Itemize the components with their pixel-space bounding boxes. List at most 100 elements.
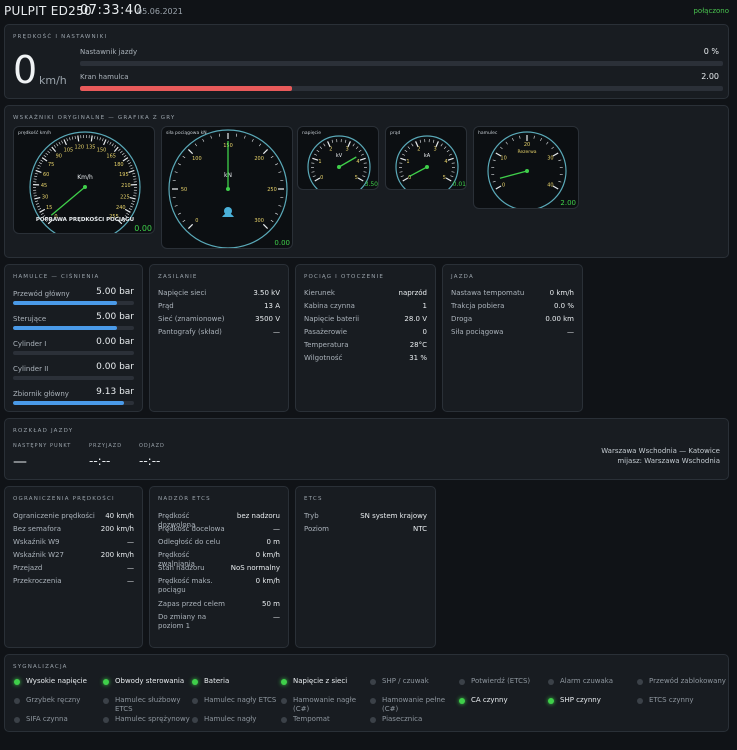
gauge-tick — [99, 137, 101, 141]
gauge-tick — [546, 141, 549, 145]
gauge-tick — [130, 205, 134, 208]
controller-label: Nastawnik jazdy — [80, 48, 138, 56]
gauge-tick — [34, 175, 38, 177]
gauge-tick — [94, 135, 96, 139]
gauge-tick — [121, 152, 125, 156]
brakes-panel-title: HAMULCE — CIŚNIENIA — [13, 274, 100, 280]
brake-pressure-bar — [13, 376, 134, 380]
gauge-tick — [411, 143, 414, 147]
gauge-tick — [61, 140, 64, 144]
gauge-tick — [187, 223, 194, 230]
gauge-tick — [400, 157, 407, 161]
info-row-label: Prędkość docelowa — [158, 525, 225, 533]
brake-pressure-value: 5.00 bar — [96, 312, 134, 322]
info-row-label: Wskaźnik W9 — [13, 538, 60, 546]
speedometer-gauge: 0 15 30 45 60 75 90 105 120 135 150 165 180 195 210 225… — [13, 126, 155, 234]
gauge-unit-label: kA — [424, 153, 431, 159]
info-row-label: Siła pociągowa — [451, 328, 504, 336]
signal-label: SHP czynny — [560, 696, 601, 704]
brake-pressure-row: Przewód główny 5.00 bar — [13, 287, 134, 307]
gauge-tick — [312, 157, 319, 161]
gauge-tick — [124, 208, 131, 213]
signal-lamp-icon — [281, 698, 287, 704]
gauge-tick-label: 150 — [97, 147, 107, 153]
signal-label: Piasecznica — [382, 715, 423, 723]
gauge-tick — [244, 135, 246, 139]
gauge-tick — [182, 155, 186, 159]
signal-lamp-icon — [370, 698, 376, 704]
controller-value: 0 % — [703, 47, 719, 56]
gauge-hub — [83, 185, 87, 189]
signal-lamp-icon — [14, 698, 20, 704]
info-row: Kabina czynna 1 — [304, 302, 427, 314]
signal-label: Hamowanie nagłe (C#) — [293, 696, 357, 713]
gauge-tick — [177, 212, 181, 215]
gauge-tick — [443, 146, 447, 149]
info-row-label: Droga — [451, 315, 473, 323]
gauge-tick — [182, 219, 186, 223]
gauge-tick — [35, 203, 39, 205]
departure-value: --:-- — [139, 454, 161, 468]
gauge-tick — [56, 143, 59, 147]
info-row-value: 28.0 V — [404, 315, 427, 323]
gauge-tick — [51, 146, 57, 152]
info-row-label: Napięcie sieci — [158, 289, 207, 297]
info-row: Poziom NTC — [304, 525, 427, 537]
gauge-tick — [492, 180, 496, 183]
signal-lamp-icon — [281, 679, 287, 685]
gauge-tick — [71, 136, 74, 140]
brake-gauge: 0 10 20 30 40 hamulec Rezerwa 2.00 — [473, 126, 579, 209]
info-row-label: Do zmiany na poziom 1 — [158, 613, 207, 630]
gauge-caption: hamulec — [478, 130, 498, 136]
speed-panel-title: PRĘDKOŚĆ I NASTAWNIKI — [13, 34, 108, 40]
gauge-tick — [519, 135, 521, 139]
info-row-label: Prąd — [158, 302, 174, 310]
info-row-value: 0 m — [266, 538, 281, 546]
signal-lamp-icon — [459, 679, 465, 685]
signal-label: Obwody sterowania — [115, 677, 185, 685]
gauges-panel-title: WSKAŹNIKI ORYGINALNE — GRAFIKA Z GRY — [13, 115, 176, 121]
gauge-dial-ring — [395, 135, 459, 189]
brake-pressure-row: Cylinder II 0.00 bar — [13, 362, 134, 382]
app-title: PULPIT ED250 — [4, 4, 92, 18]
gauge-tick — [177, 163, 181, 166]
speed-improve-banner: POPRAWA PRĘDKOŚCI POCIĄGU — [36, 216, 134, 223]
gauge-tick — [440, 143, 443, 147]
gauge-tick-label: 5 — [355, 175, 358, 181]
info-row: Temperatura 28°C — [304, 341, 427, 353]
signal-label: ETCS czynny — [649, 696, 694, 704]
brake-pressure-label: Przewód główny — [13, 290, 70, 298]
gauge-tick — [552, 152, 559, 157]
gauge-tick — [77, 135, 80, 142]
gauge-tick — [113, 146, 119, 152]
brake-pressure-value: 5.00 bar — [96, 287, 134, 297]
gauge-tick — [558, 180, 562, 183]
signal-label: Hamulec sprężynowy — [115, 715, 190, 723]
info-row: Pasażerowie 0 — [304, 328, 427, 340]
drive-panel-title: JAZDA — [451, 274, 474, 280]
gauge-caption: prędkość km/h — [18, 129, 51, 136]
gauge-tick — [109, 141, 112, 145]
gauge-dial-ring — [307, 135, 371, 189]
info-row-label: Wskaźnik W27 — [13, 551, 64, 559]
gauge-tick — [40, 159, 44, 162]
gauge-tick — [133, 195, 137, 197]
signal-label: Bateria — [204, 677, 230, 685]
gauge-tick — [251, 138, 254, 142]
gauge-tick-label: 90 — [56, 153, 62, 159]
signal-label: Grzybek ręczny — [26, 696, 81, 704]
signal-lamp-icon — [548, 698, 554, 704]
gauge-tick — [33, 195, 37, 197]
gauge-tick — [311, 171, 315, 173]
brake-valve-bar-fill — [80, 86, 293, 91]
brake-pressure-label: Cylinder II — [13, 365, 49, 373]
info-row: Napięcie baterii 28.0 V — [304, 315, 427, 327]
gauge-tick-label: 210 — [121, 183, 131, 189]
info-row: Droga 0.00 km — [451, 315, 574, 327]
gauge-tick-label: 105 — [64, 147, 74, 153]
info-row: Wskaźnik W9 — — [13, 538, 134, 550]
info-row: Zapas przed celem 50 m — [158, 600, 280, 612]
brake-pressure-bar — [13, 401, 134, 405]
gauge-tick — [123, 155, 127, 158]
info-row-value: — — [273, 525, 280, 533]
